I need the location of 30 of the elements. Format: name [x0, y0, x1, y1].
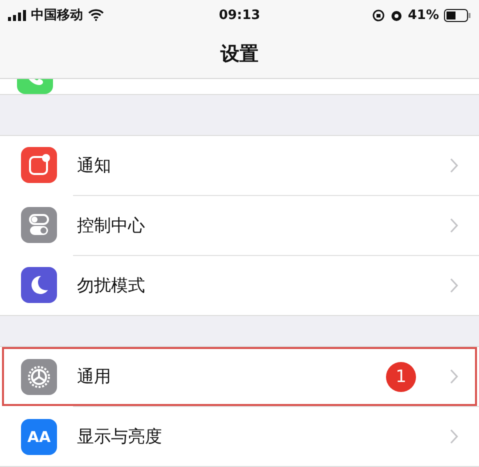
- toggle-icon: [21, 207, 57, 244]
- settings-row[interactable]: 通知: [2, 136, 477, 195]
- settings-row[interactable]: 控制中心: [2, 196, 477, 255]
- notification-icon: [21, 147, 57, 184]
- row-label: 控制中心: [77, 214, 146, 237]
- page-title: 设置: [220, 42, 258, 67]
- status-time: 09:13: [218, 8, 260, 22]
- battery-icon: [444, 8, 472, 22]
- chevron-icon: [450, 369, 459, 384]
- chevron-icon: [450, 218, 459, 233]
- signal-icon: [8, 10, 26, 20]
- chevron-icon: [450, 278, 459, 293]
- alarm-icon: [390, 8, 403, 22]
- settings-icon: [21, 358, 57, 394]
- carrier-name: 中国移动: [31, 7, 83, 24]
- battery-percent: 41%: [408, 8, 440, 22]
- chevron-icon: [450, 429, 459, 444]
- rotation-lock-icon: [372, 8, 385, 22]
- chevron-icon: [450, 158, 459, 173]
- settings-row[interactable]: 通用 1: [2, 347, 477, 406]
- row-label: 通知: [77, 154, 112, 177]
- notification-badge: 1: [386, 362, 416, 392]
- row-label: 显示与亮度: [77, 426, 163, 448]
- text-size-icon: AA: [21, 418, 57, 454]
- moon-icon: [21, 267, 57, 304]
- wifi-icon: [88, 9, 104, 21]
- row-label: 勿扰模式: [77, 274, 146, 297]
- settings-row[interactable]: AA 显示与亮度: [2, 407, 477, 466]
- row-label: 通用: [77, 366, 112, 388]
- settings-row[interactable]: 勿扰模式: [2, 256, 477, 315]
